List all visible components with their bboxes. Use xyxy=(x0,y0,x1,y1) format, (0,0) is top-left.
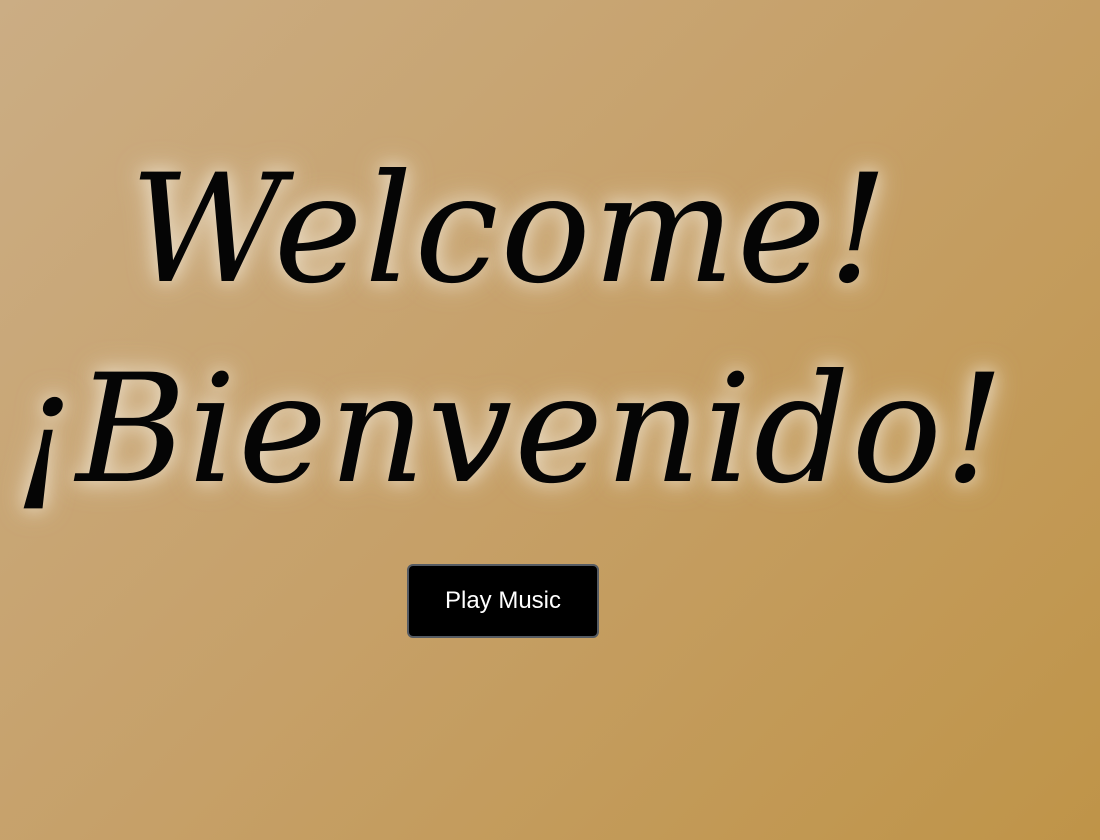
bienvenido-heading: ¡Bienvenido! xyxy=(13,343,1007,517)
welcome-heading: Welcome! xyxy=(129,143,891,317)
play-music-button[interactable]: Play Music xyxy=(407,564,599,638)
welcome-page: { "greeting": { "english": "Welcome!", "… xyxy=(0,0,1100,840)
